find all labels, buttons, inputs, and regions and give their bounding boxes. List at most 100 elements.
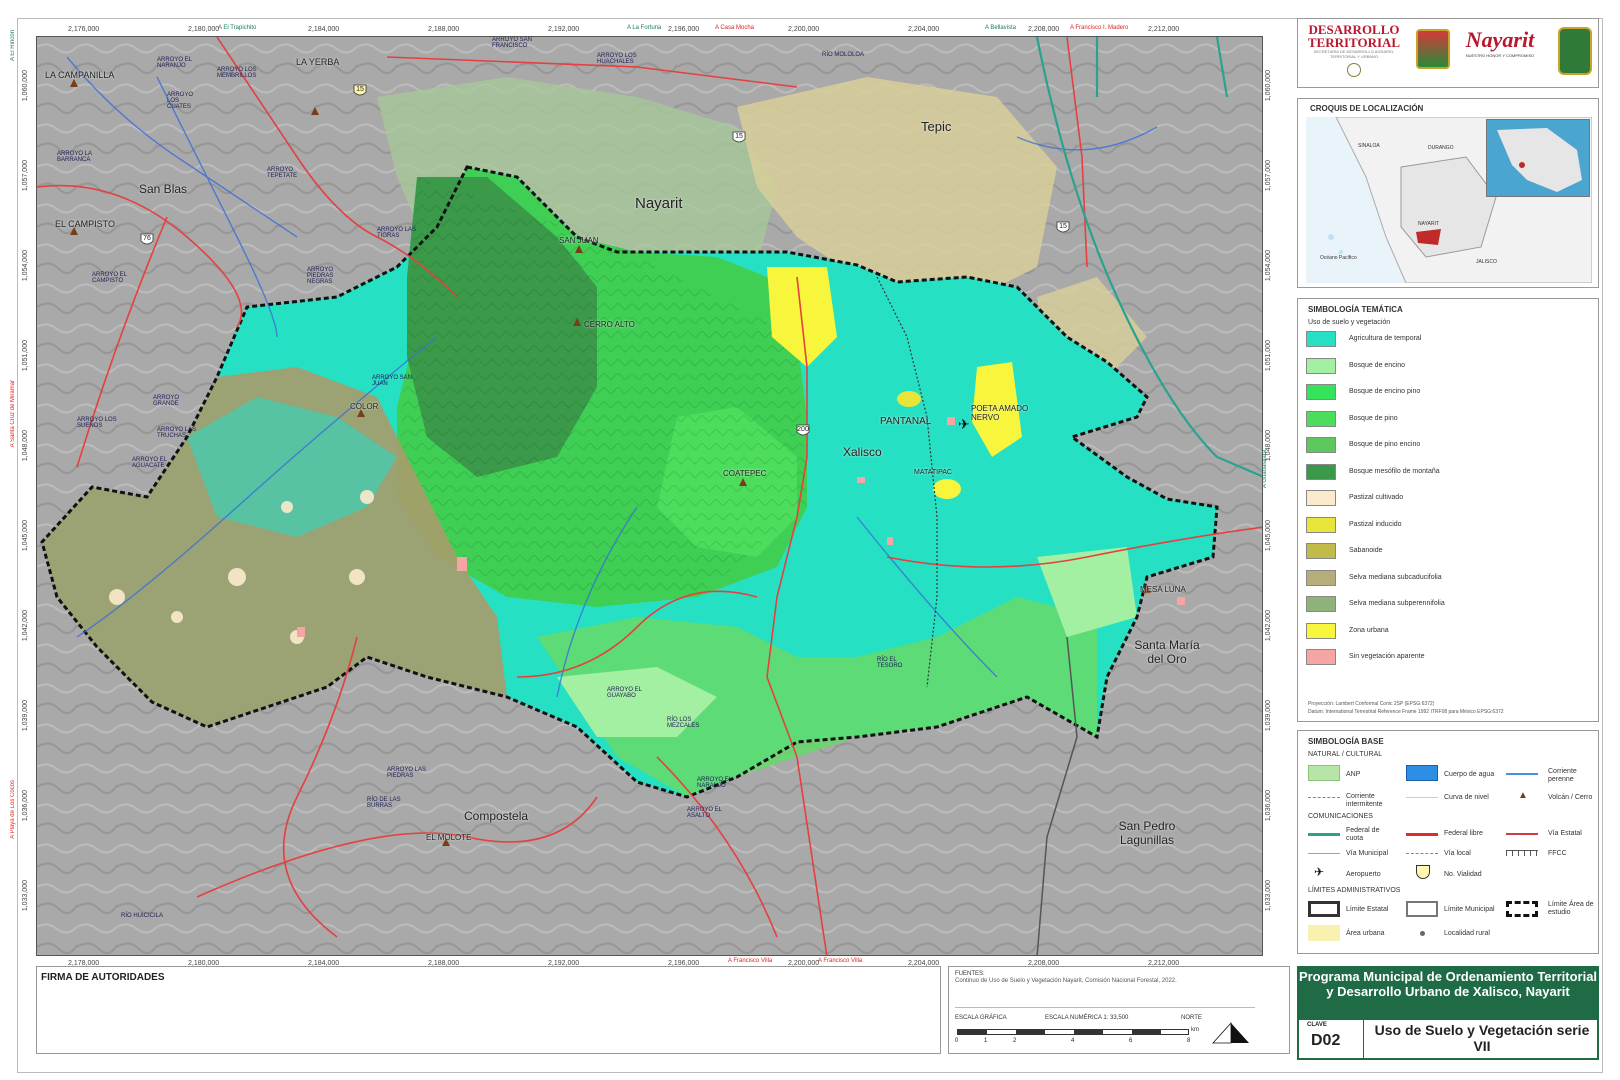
legend-swatch [1306, 543, 1336, 559]
arroyo-label: ARROYO LA BARRANCA [57, 151, 92, 163]
tematica-panel: SIMBOLOGÍA TEMÁTICA Uso de suelo y veget… [1297, 298, 1599, 722]
arroyo-label: ARROYO LOS MEMBRILLOS [217, 67, 257, 79]
svg-text:200: 200 [797, 426, 809, 433]
legend-label: Bosque mesófilo de montaña [1349, 467, 1440, 475]
nayarit-logo: Nayarit NUESTRO HONOR Y COMPROMISO [1456, 27, 1544, 58]
legend-swatch [1306, 490, 1336, 506]
map-canvas[interactable]: ✈ 15 200 15 76 15 LA CAMPANILLA LA YERBA… [36, 36, 1263, 956]
legend-swatch [1306, 622, 1336, 639]
logo-text-line2: TERRITORIAL [1307, 35, 1401, 50]
legend-swatch [1306, 357, 1336, 374]
location-map[interactable]: SINALOA DURANGO NAYARIT Océano Pacífico … [1306, 117, 1592, 283]
legend-swatch [1306, 437, 1336, 453]
y-tick-label: 1,036,000 [22, 790, 29, 822]
scale-tick: 0 [955, 1038, 959, 1044]
tematica-subtitle: Uso de suelo y vegetación [1308, 319, 1391, 326]
place-san-pedro-lagunillas: San Pedro Lagunillas [1118, 819, 1176, 847]
legend-swatch [1306, 410, 1336, 427]
place-color: COLOR [350, 402, 379, 411]
arroyo-label: ARROYO EL CAMPISTO [92, 272, 127, 284]
place-xalisco: Xalisco [843, 445, 882, 459]
via-estatal-line [1506, 833, 1538, 835]
area-urbana-label: Área urbana [1346, 930, 1385, 937]
scale-km-label: km [1191, 1027, 1199, 1033]
legend-label: Bosque de encino pino [1349, 388, 1421, 395]
y-tick-label: 1,033,000 [22, 880, 29, 912]
place-san-juan: SAN JUAN [559, 236, 599, 245]
croquis-label-durango: DURANGO [1428, 145, 1454, 151]
xalisco-coat-of-arms-icon [1416, 29, 1450, 69]
scale-tick: 1 [984, 1038, 988, 1044]
arroyo-label: RÍO DE LAS BURRAS [367, 797, 401, 809]
legend-label: Zona urbana [1349, 626, 1389, 634]
legend-swatch [1306, 649, 1336, 665]
corriente-intermitente-line [1308, 797, 1340, 798]
logo-subtext: SECRETARÍA DE DESARROLLO AGRARIO, TERRIT… [1313, 49, 1395, 59]
limites-title: LÍMITES ADMINISTRATIVOS [1308, 887, 1401, 894]
arroyo-label: RÍO LOS MEZCALES [667, 717, 700, 729]
place-santa-maria-del-oro: Santa María del Oro [1134, 638, 1200, 666]
aeropuerto-label: Aeropuerto [1346, 871, 1381, 878]
localidad-rural-dot-icon [1420, 931, 1425, 936]
croquis-label-nayarit: NAYARIT [1418, 221, 1439, 227]
federal-cuota-label: Federal de cuota [1346, 827, 1380, 842]
limite-municipal-swatch [1406, 901, 1438, 917]
croquis-label-sinaloa: SINALOA [1358, 143, 1380, 149]
y-tick-label: 1,054,000 [22, 250, 29, 282]
via-municipal-label: Vía Municipal [1346, 850, 1389, 857]
x-tick-label: 2,196,000 [668, 26, 700, 33]
arroyo-label: ARROYO EL AGUACATE [132, 457, 167, 469]
x-tick-label: 2,204,000 [908, 26, 940, 33]
destination-label: A Francisco Villa [818, 958, 863, 964]
volcan-icon: ▲ [1518, 790, 1528, 801]
x-tick-label: 2,212,000 [1148, 26, 1180, 33]
airplane-icon: ✈ [1314, 865, 1325, 879]
clave-label: CLAVE [1307, 1022, 1327, 1028]
legend-label: Bosque de pino encino [1349, 441, 1421, 448]
mexico-inset-map [1486, 119, 1590, 197]
y-tick-label: 1,048,000 [22, 430, 29, 462]
place-matatipac: MATATIPAC [914, 469, 952, 476]
place-la-campanilla: LA CAMPANILLA [45, 70, 115, 80]
croquis-label-jalisco: JALISCO [1476, 259, 1497, 265]
arroyo-label: RÍO EL TESORO [877, 657, 903, 669]
ffcc-label: FFCC [1548, 850, 1567, 857]
destination-label: A Casa Mocha [715, 25, 755, 31]
mexico-inset-graphic [1497, 128, 1582, 192]
map-title: Uso de Suelo y Vegetación serie VII [1374, 1022, 1590, 1054]
x-tick-label: 2,200,000 [788, 26, 820, 33]
escala-grafica-label: ESCALA GRÁFICA [955, 1015, 1007, 1021]
legend-swatch [1306, 463, 1336, 480]
arroyo-label: ARROYO LOS HUACHALES [597, 53, 637, 65]
north-arrow-icon [1212, 1021, 1249, 1044]
svg-text:15: 15 [735, 133, 743, 140]
legend-label: Bosque de encino [1349, 361, 1406, 369]
nayarit-shield-icon [1558, 27, 1592, 75]
croquis-label-oceano: Océano Pacífico [1320, 255, 1357, 261]
legend-label: Bosque de pino [1349, 414, 1398, 422]
place-coatepec: COATEPEC [723, 469, 767, 478]
limite-estatal-label: Límite Estatal [1346, 906, 1389, 913]
base-title: SIMBOLOGÍA BASE [1308, 737, 1384, 746]
arroyo-label: ARROYO GRANDE [153, 395, 180, 407]
legend-swatch [1306, 331, 1336, 347]
limite-area-swatch [1506, 901, 1538, 917]
place-el-molote: EL MOLOTE [426, 833, 472, 842]
destination-label: A El Trapichito [218, 25, 257, 31]
limite-municipal-label: Límite Municipal [1444, 906, 1495, 913]
scale-tick: 6 [1129, 1038, 1133, 1044]
arroyo-label: ARROYO LAS PIEDRAS [387, 767, 427, 779]
federal-cuota-line [1308, 833, 1340, 836]
y-tick-label: 1,060,000 [1265, 70, 1272, 102]
y-tick-label: 1,051,000 [1265, 340, 1272, 372]
legend-swatch [1306, 596, 1336, 612]
y-tick-label: 1,057,000 [1265, 160, 1272, 192]
cuerpo-agua-swatch [1406, 765, 1438, 781]
place-tepic: Tepic [921, 119, 952, 134]
svg-text:76: 76 [143, 235, 151, 242]
escala-numerica-label: ESCALA NUMÉRICA 1: 33,500 [1045, 1015, 1129, 1021]
cuerpo-agua-label: Cuerpo de agua [1444, 771, 1495, 778]
legend-label: Sin vegetación aparente [1349, 653, 1425, 660]
place-poeta-amado-nervo: POETA AMADO NERVO [971, 404, 1029, 422]
croquis-title: CROQUIS DE LOCALIZACIÓN [1310, 104, 1424, 113]
